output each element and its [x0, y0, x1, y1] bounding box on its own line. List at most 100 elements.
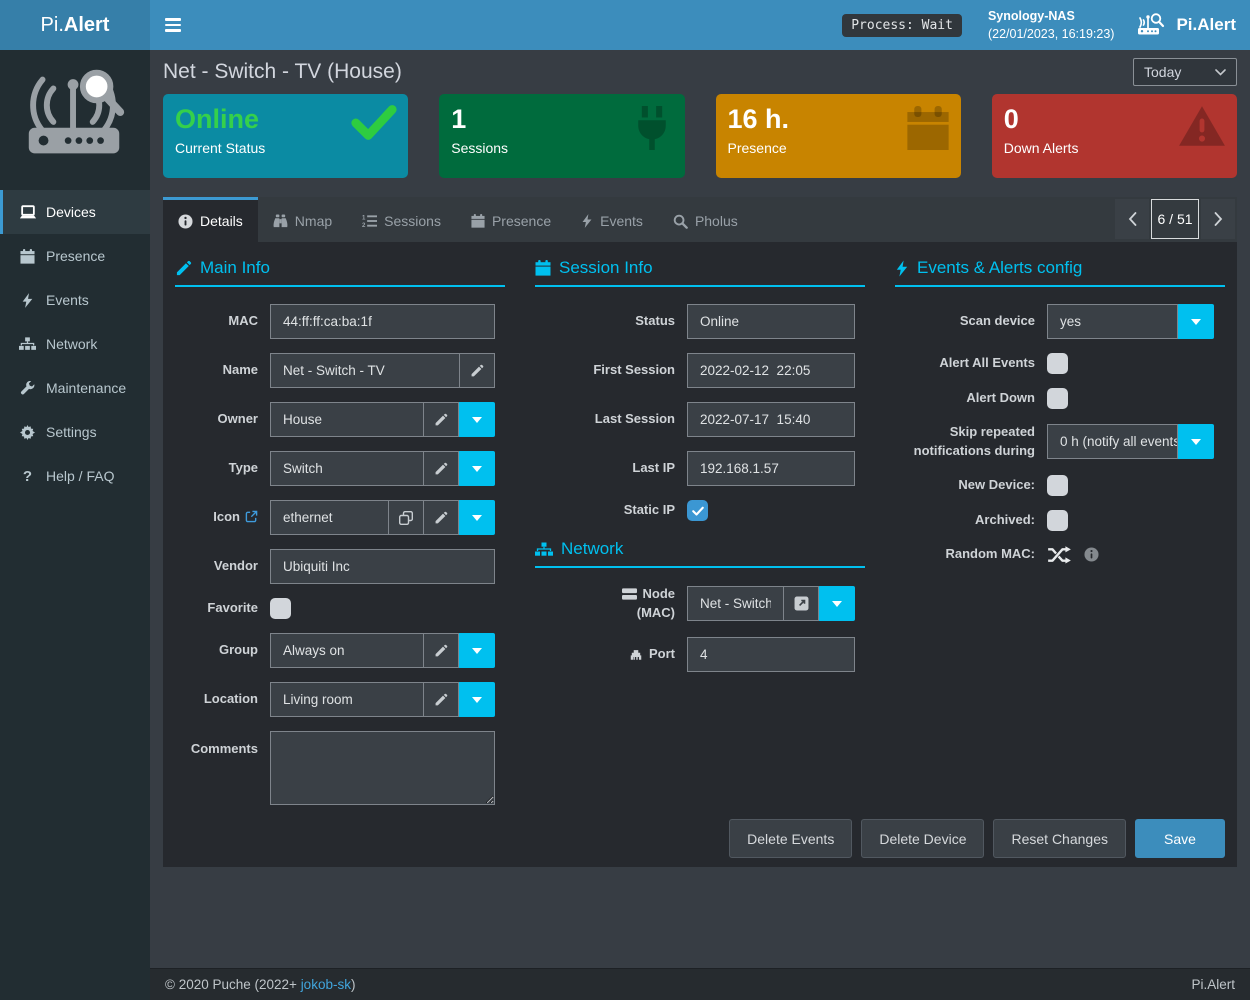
- new-device-checkbox[interactable]: [1047, 475, 1068, 496]
- field-label: Last IP: [535, 459, 687, 478]
- field-label: Random MAC:: [895, 545, 1047, 564]
- location-input[interactable]: [270, 682, 424, 717]
- sidebar-item-label: Help / FAQ: [46, 468, 114, 484]
- owner-input[interactable]: [270, 402, 424, 437]
- sidebar-item-events[interactable]: Events: [0, 278, 150, 322]
- save-button[interactable]: Save: [1135, 819, 1225, 858]
- icon-dropdown-button[interactable]: [459, 500, 495, 535]
- scan-device-select[interactable]: yes: [1047, 304, 1214, 339]
- hamburger-icon[interactable]: [150, 0, 196, 50]
- sidebar-item-help[interactable]: ? Help / FAQ: [0, 454, 150, 498]
- footer-copyright-suffix: ): [351, 977, 356, 992]
- caret-down-icon: [472, 417, 482, 423]
- scan-device-dropdown-button[interactable]: [1178, 304, 1214, 339]
- field-label: Skip repeated notifications during: [895, 423, 1047, 461]
- field-location: Location: [175, 682, 505, 717]
- sidebar-item-label: Presence: [46, 248, 105, 264]
- sidebar-item-network[interactable]: Network: [0, 322, 150, 366]
- info-circle-icon[interactable]: [1084, 547, 1099, 562]
- last-ip-input[interactable]: [687, 451, 855, 486]
- brand-bold: Alert: [64, 14, 110, 37]
- field-label: Alert Down: [895, 389, 1047, 408]
- calendar-icon: [535, 260, 551, 276]
- edit-type-button[interactable]: [423, 451, 459, 486]
- edit-name-button[interactable]: [459, 353, 495, 388]
- delete-events-button[interactable]: Delete Events: [729, 819, 852, 858]
- tab-presence[interactable]: Presence: [456, 197, 566, 242]
- footer-copyright-prefix: © 2020 Puche (2022+: [165, 977, 301, 992]
- first-session-input[interactable]: [687, 353, 855, 388]
- wrench-icon: [18, 381, 37, 396]
- sidebar-item-label: Maintenance: [46, 380, 126, 396]
- status-input[interactable]: [687, 304, 855, 339]
- tab-pholus[interactable]: Pholus: [658, 197, 753, 242]
- card-down-alerts[interactable]: 0 Down Alerts: [992, 94, 1237, 178]
- field-alert-down: Alert Down: [895, 388, 1225, 409]
- card-current-status[interactable]: Online Current Status: [163, 94, 408, 178]
- field-label: Status: [535, 312, 687, 331]
- static-ip-checkbox[interactable]: [687, 500, 708, 521]
- field-label: MAC: [175, 312, 270, 331]
- card-presence[interactable]: 16 h. Presence: [716, 94, 961, 178]
- footer-app-name: Pi.Alert: [1191, 977, 1235, 992]
- tab-sessions[interactable]: 12 Sessions: [347, 197, 456, 242]
- tab-details[interactable]: Details: [163, 197, 258, 242]
- sidebar-item-settings[interactable]: Settings: [0, 410, 150, 454]
- copy-icon-button[interactable]: [388, 500, 424, 535]
- sitemap-icon: [535, 542, 553, 557]
- field-label: Icon: [175, 508, 270, 527]
- field-random-mac: Random MAC:: [895, 545, 1225, 565]
- edit-icon-button[interactable]: [423, 500, 459, 535]
- edit-location-button[interactable]: [423, 682, 459, 717]
- footer-author-link[interactable]: jokob-sk: [301, 977, 351, 992]
- tab-nmap[interactable]: Nmap: [258, 197, 347, 242]
- field-comments: Comments: [175, 731, 505, 805]
- tab-label: Events: [600, 213, 643, 229]
- host-time: (22/01/2023, 16:19:23): [988, 25, 1115, 43]
- open-node-button[interactable]: [783, 586, 819, 621]
- archived-checkbox[interactable]: [1047, 510, 1068, 531]
- mac-input[interactable]: [270, 304, 495, 339]
- external-link-icon[interactable]: [245, 510, 258, 523]
- sidebar-item-presence[interactable]: Presence: [0, 234, 150, 278]
- skip-notifications-select[interactable]: 0 h (notify all events): [1047, 424, 1214, 459]
- type-dropdown-button[interactable]: [459, 451, 495, 486]
- comments-textarea[interactable]: [270, 731, 495, 805]
- period-select[interactable]: Today: [1133, 58, 1237, 86]
- alert-down-checkbox[interactable]: [1047, 388, 1068, 409]
- skip-notifications-dropdown-button[interactable]: [1178, 424, 1214, 459]
- node-mac-input[interactable]: [687, 586, 784, 621]
- favorite-checkbox[interactable]: [270, 598, 291, 619]
- reset-changes-button[interactable]: Reset Changes: [993, 819, 1126, 858]
- pencil-icon: [175, 260, 192, 277]
- sitemap-icon: [18, 337, 37, 351]
- vendor-input[interactable]: [270, 549, 495, 584]
- prev-device-button[interactable]: [1115, 199, 1149, 239]
- next-device-button[interactable]: [1201, 199, 1235, 239]
- brand-logo[interactable]: Pi.Alert: [0, 0, 150, 50]
- node-dropdown-button[interactable]: [819, 586, 855, 621]
- tab-label: Presence: [492, 213, 551, 229]
- name-input[interactable]: [270, 353, 460, 388]
- port-input[interactable]: [687, 637, 855, 672]
- session-info-header: Session Info: [535, 258, 865, 287]
- owner-dropdown-button[interactable]: [459, 402, 495, 437]
- card-sessions[interactable]: 1 Sessions: [439, 94, 684, 178]
- edit-owner-button[interactable]: [423, 402, 459, 437]
- type-input[interactable]: [270, 451, 424, 486]
- alert-all-events-checkbox[interactable]: [1047, 353, 1068, 374]
- delete-device-button[interactable]: Delete Device: [861, 819, 984, 858]
- location-dropdown-button[interactable]: [459, 682, 495, 717]
- group-input[interactable]: [270, 633, 424, 668]
- sidebar-item-devices[interactable]: Devices: [0, 190, 150, 234]
- icon-input[interactable]: [270, 500, 389, 535]
- field-favorite: Favorite: [175, 598, 505, 619]
- info-circle-icon: [178, 214, 193, 229]
- group-dropdown-button[interactable]: [459, 633, 495, 668]
- field-status: Status: [535, 304, 865, 339]
- field-label: Group: [175, 641, 270, 660]
- sidebar-item-maintenance[interactable]: Maintenance: [0, 366, 150, 410]
- last-session-input[interactable]: [687, 402, 855, 437]
- edit-group-button[interactable]: [423, 633, 459, 668]
- tab-events[interactable]: Events: [566, 197, 658, 242]
